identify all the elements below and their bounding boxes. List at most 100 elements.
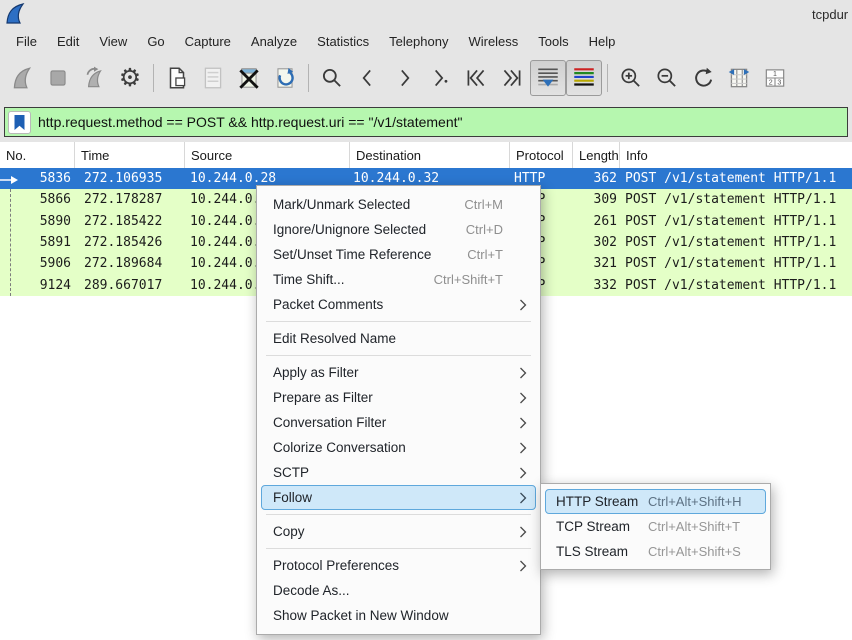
- menu-item-conversation-filter[interactable]: Conversation Filter: [261, 410, 536, 435]
- menu-separator: [266, 514, 531, 515]
- cell-length: 309: [573, 192, 620, 207]
- submenu-chevron-icon: [519, 366, 527, 379]
- open-file-icon: [164, 65, 190, 91]
- menu-capture[interactable]: Capture: [175, 30, 241, 53]
- zoom-in-button[interactable]: [613, 60, 649, 96]
- stop-capture-button[interactable]: [40, 60, 76, 96]
- menu-item-packet-comments[interactable]: Packet Comments: [261, 292, 536, 317]
- menu-item-apply-as-filter[interactable]: Apply as Filter: [261, 360, 536, 385]
- filter-bookmark-button[interactable]: [8, 111, 31, 134]
- cell-no: 9124: [0, 278, 75, 293]
- display-filter-input[interactable]: http.request.method == POST && http.requ…: [4, 107, 848, 137]
- next-packet-button[interactable]: [386, 60, 422, 96]
- go-to-packet-button[interactable]: [422, 60, 458, 96]
- menu-item-ignore-unignore[interactable]: Ignore/Unignore Selected Ctrl+D: [261, 217, 536, 242]
- menu-statistics[interactable]: Statistics: [307, 30, 379, 53]
- submenu-chevron-icon: [519, 559, 527, 572]
- menu-edit[interactable]: Edit: [47, 30, 89, 53]
- start-capture-button[interactable]: [4, 60, 40, 96]
- capture-options-button[interactable]: ⚙: [112, 60, 148, 96]
- zoom-out-button[interactable]: [649, 60, 685, 96]
- auto-scroll-button[interactable]: [530, 60, 566, 96]
- submenu-item-tcp-stream[interactable]: TCP Stream Ctrl+Alt+Shift+T: [545, 514, 766, 539]
- submenu-item-http-stream[interactable]: HTTP Stream Ctrl+Alt+Shift+H: [545, 489, 766, 514]
- resize-columns-button[interactable]: [721, 60, 757, 96]
- menu-help[interactable]: Help: [579, 30, 626, 53]
- menu-view[interactable]: View: [89, 30, 137, 53]
- column-header-no[interactable]: No.: [0, 142, 75, 168]
- chevron-left-icon: [355, 65, 381, 91]
- menu-wireless[interactable]: Wireless: [458, 30, 528, 53]
- menu-item-label: Protocol Preferences: [273, 558, 399, 573]
- menu-item-colorize-conversation[interactable]: Colorize Conversation: [261, 435, 536, 460]
- menu-separator: [266, 548, 531, 549]
- menu-item-label: Conversation Filter: [273, 415, 386, 430]
- last-packet-button[interactable]: [494, 60, 530, 96]
- menu-item-follow[interactable]: Follow: [261, 485, 536, 510]
- reload-file-button[interactable]: [267, 60, 303, 96]
- find-packet-button[interactable]: [314, 60, 350, 96]
- menu-item-label: Apply as Filter: [273, 365, 359, 380]
- colorize-packets-button[interactable]: [566, 60, 602, 96]
- bookmark-icon: [12, 114, 27, 131]
- submenu-chevron-icon: [519, 416, 527, 429]
- menu-tools[interactable]: Tools: [528, 30, 578, 53]
- menu-item-decode-as[interactable]: Decode As...: [261, 578, 536, 603]
- submenu-item-label: TCP Stream: [556, 519, 648, 534]
- menu-item-time-shift[interactable]: Time Shift... Ctrl+Shift+T: [261, 267, 536, 292]
- menu-item-prepare-as-filter[interactable]: Prepare as Filter: [261, 385, 536, 410]
- menu-item-show-packet-new-window[interactable]: Show Packet in New Window: [261, 603, 536, 628]
- column-header-time[interactable]: Time: [75, 142, 185, 168]
- svg-text:1: 1: [773, 71, 777, 78]
- cell-info: POST /v1/statement HTTP/1.1: [620, 214, 852, 229]
- menu-item-label: Prepare as Filter: [273, 390, 373, 405]
- cell-no: 5866: [0, 192, 75, 207]
- menu-separator: [266, 321, 531, 322]
- column-header-destination[interactable]: Destination: [350, 142, 510, 168]
- stop-square-icon: [45, 65, 71, 91]
- first-packet-button[interactable]: [458, 60, 494, 96]
- menu-item-mark-unmark[interactable]: Mark/Unmark Selected Ctrl+M: [261, 192, 536, 217]
- submenu-item-tls-stream[interactable]: TLS Stream Ctrl+Alt+Shift+S: [545, 539, 766, 564]
- column-header-info[interactable]: Info: [620, 142, 852, 168]
- previous-packet-button[interactable]: [350, 60, 386, 96]
- cell-time: 272.178287: [75, 192, 185, 207]
- menu-item-label: Ignore/Unignore Selected: [273, 222, 426, 237]
- column-header-length[interactable]: Length: [573, 142, 620, 168]
- zoom-reset-icon: [690, 65, 716, 91]
- menu-analyze[interactable]: Analyze: [241, 30, 307, 53]
- auto-scroll-icon: [535, 65, 561, 91]
- close-file-button[interactable]: [231, 60, 267, 96]
- menu-item-time-reference[interactable]: Set/Unset Time Reference Ctrl+T: [261, 242, 536, 267]
- menu-telephony[interactable]: Telephony: [379, 30, 458, 53]
- layout-chooser-button[interactable]: 1 2 3: [757, 60, 793, 96]
- menu-item-copy[interactable]: Copy: [261, 519, 536, 544]
- submenu-item-label: TLS Stream: [556, 544, 648, 559]
- save-file-button[interactable]: [195, 60, 231, 96]
- menu-item-protocol-preferences[interactable]: Protocol Preferences: [261, 553, 536, 578]
- menu-go[interactable]: Go: [137, 30, 174, 53]
- cell-info: POST /v1/statement HTTP/1.1: [620, 278, 852, 293]
- zoom-reset-button[interactable]: [685, 60, 721, 96]
- restart-capture-button[interactable]: [76, 60, 112, 96]
- menu-item-shortcut: Ctrl+M: [464, 197, 503, 212]
- menu-item-sctp[interactable]: SCTP: [261, 460, 536, 485]
- zoom-in-icon: [618, 65, 644, 91]
- chevron-right-icon: [391, 65, 417, 91]
- menu-item-label: Colorize Conversation: [273, 440, 406, 455]
- start-capture-fin-icon: [9, 65, 35, 91]
- open-file-button[interactable]: [159, 60, 195, 96]
- cell-info: POST /v1/statement HTTP/1.1: [620, 235, 852, 250]
- menu-file[interactable]: File: [6, 30, 47, 53]
- cell-info: POST /v1/statement HTTP/1.1: [620, 171, 852, 186]
- column-header-protocol[interactable]: Protocol: [510, 142, 573, 168]
- menu-item-label: SCTP: [273, 465, 309, 480]
- svg-text:2: 2: [769, 80, 773, 87]
- submenu-chevron-icon: [519, 391, 527, 404]
- cell-length: 362: [573, 171, 620, 186]
- colorize-icon: [571, 65, 597, 91]
- menu-item-edit-resolved-name[interactable]: Edit Resolved Name: [261, 326, 536, 351]
- filter-toolbar: http.request.method == POST && http.requ…: [0, 102, 852, 142]
- column-header-source[interactable]: Source: [185, 142, 350, 168]
- submenu-item-label: HTTP Stream: [556, 494, 648, 509]
